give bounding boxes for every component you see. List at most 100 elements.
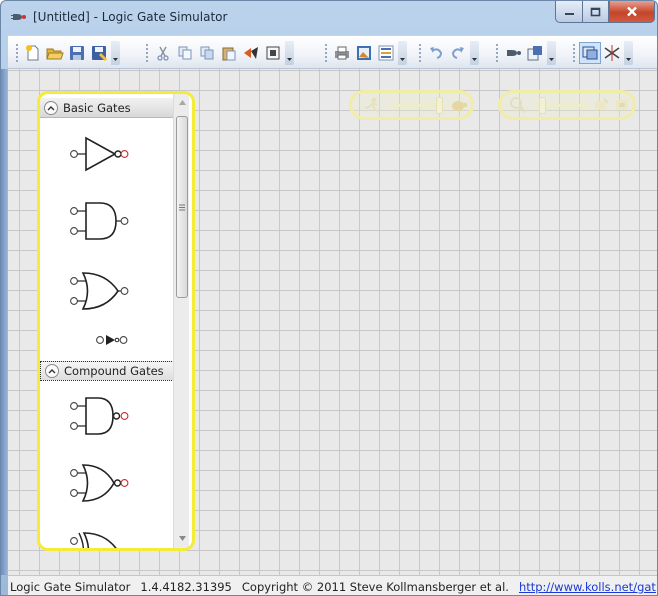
nor-gate[interactable] <box>68 461 130 505</box>
status-copyright: Copyright © 2011 Steve Kollmansberger et… <box>241 579 509 594</box>
toolbar-grip[interactable] <box>15 43 19 63</box>
chevron-up-icon[interactable] <box>45 364 59 378</box>
new-button[interactable] <box>22 42 44 64</box>
compound-gates-label: Compound Gates <box>64 364 164 378</box>
basic-gates-label: Basic Gates <box>63 100 131 115</box>
toolbar-overflow-button[interactable] <box>111 41 120 65</box>
chevron-up-icon[interactable] <box>44 100 58 115</box>
save-as-icon <box>92 46 108 62</box>
copy-image-icon <box>200 46 214 60</box>
status-version: 1.4.4182.31395 <box>140 579 232 594</box>
select-icon <box>582 46 598 60</box>
speed-slider[interactable] <box>349 90 474 120</box>
history-toolbar-group <box>415 40 479 66</box>
caption-buttons <box>555 1 655 23</box>
wire-cut-button[interactable] <box>601 42 623 64</box>
print-icon <box>335 46 349 60</box>
toolbar-overflow-button[interactable] <box>398 41 407 65</box>
zoom-icon <box>510 97 527 114</box>
minimize-button[interactable] <box>555 1 582 23</box>
flip-icon <box>244 47 258 59</box>
export-icon <box>378 45 394 61</box>
status-website-link[interactable]: http://www.kolls.net/gat <box>519 580 656 594</box>
toolbar-grip[interactable] <box>572 43 576 63</box>
ic-button[interactable] <box>262 42 284 64</box>
save-icon <box>70 46 84 60</box>
image-button[interactable] <box>353 42 375 64</box>
scroll-thumb[interactable] <box>176 116 188 298</box>
gate-toolbar-group <box>492 40 556 66</box>
basic-gates-header[interactable]: Basic Gates <box>40 98 174 118</box>
undo-button[interactable] <box>425 42 447 64</box>
fit-icon <box>595 98 609 109</box>
cut-button[interactable] <box>152 42 174 64</box>
paste-icon <box>222 47 236 61</box>
gate-icon <box>507 50 521 56</box>
print-button[interactable] <box>331 42 353 64</box>
scroll-up-icon <box>178 99 186 105</box>
title-bar[interactable]: [Untitled] - Logic Gate Simulator <box>1 1 657 35</box>
chevron-down-icon <box>400 58 405 61</box>
speed-slider-thumb[interactable] <box>436 97 443 114</box>
select-button[interactable] <box>579 42 601 64</box>
image-icon <box>357 46 371 60</box>
zoom-slider[interactable] <box>498 90 636 120</box>
and-gate[interactable] <box>68 199 130 243</box>
zoom-slider-thumb[interactable] <box>539 97 546 114</box>
print-toolbar-group <box>321 40 407 66</box>
wire-cut-icon <box>604 45 620 61</box>
status-bar: Logic Gate Simulator 1.4.4182.31395 Copy… <box>8 575 657 595</box>
chevron-down-icon <box>626 58 631 61</box>
app-window: [Untitled] - Logic Gate Simulator Basic … <box>0 0 658 596</box>
chevron-down-icon <box>472 58 477 61</box>
or-gate[interactable] <box>68 269 130 313</box>
chevron-down-icon <box>113 58 118 61</box>
chevron-down-icon <box>287 58 292 61</box>
not-gate[interactable] <box>68 134 130 174</box>
file-toolbar-group <box>12 40 120 66</box>
nand-gate[interactable] <box>68 394 130 438</box>
toolbar-overflow-button[interactable] <box>470 41 479 65</box>
status-app-name: Logic Gate Simulator <box>10 579 131 594</box>
toolbar-grip[interactable] <box>495 43 499 63</box>
scroll-up-button[interactable] <box>174 94 190 110</box>
gate-toolbox: Basic Gates Compound Gates <box>37 91 195 551</box>
export-button[interactable] <box>375 42 397 64</box>
redo-icon <box>451 47 464 59</box>
toolbar-grip[interactable] <box>324 43 328 63</box>
toolbar-overflow-button[interactable] <box>285 41 294 65</box>
toolbar-grip[interactable] <box>418 43 422 63</box>
save-button[interactable] <box>66 42 88 64</box>
gate-button[interactable] <box>502 42 524 64</box>
toolbox-scrollbar[interactable] <box>173 94 190 548</box>
tool-mode-toolbar-group <box>569 40 633 66</box>
save-as-button[interactable] <box>88 42 110 64</box>
scroll-down-icon <box>178 535 186 541</box>
turtle-icon <box>452 101 468 111</box>
grip-icon <box>179 204 185 210</box>
chevron-down-icon <box>549 58 554 61</box>
gate-app-icon <box>11 14 26 20</box>
toolbar <box>8 35 657 69</box>
redo-button[interactable] <box>447 42 469 64</box>
scroll-down-button[interactable] <box>174 530 190 546</box>
compound-gates-header[interactable]: Compound Gates <box>40 361 174 381</box>
buffer-gate[interactable] <box>95 332 129 348</box>
cut-icon <box>157 46 169 61</box>
toolbar-overflow-button[interactable] <box>624 41 633 65</box>
close-button[interactable] <box>609 1 655 23</box>
maximize-button[interactable] <box>582 1 609 23</box>
open-button[interactable] <box>44 42 66 64</box>
ic-icon <box>266 46 280 60</box>
copy-button[interactable] <box>174 42 196 64</box>
xor-gate[interactable] <box>68 529 130 551</box>
paste-button[interactable] <box>218 42 240 64</box>
wizard-icon <box>527 46 542 61</box>
close-icon <box>627 6 637 17</box>
wizard-button[interactable] <box>524 42 546 64</box>
toolbar-overflow-button[interactable] <box>547 41 556 65</box>
flip-button[interactable] <box>240 42 262 64</box>
copy-image-button[interactable] <box>196 42 218 64</box>
new-icon <box>26 45 39 61</box>
toolbar-grip[interactable] <box>145 43 149 63</box>
